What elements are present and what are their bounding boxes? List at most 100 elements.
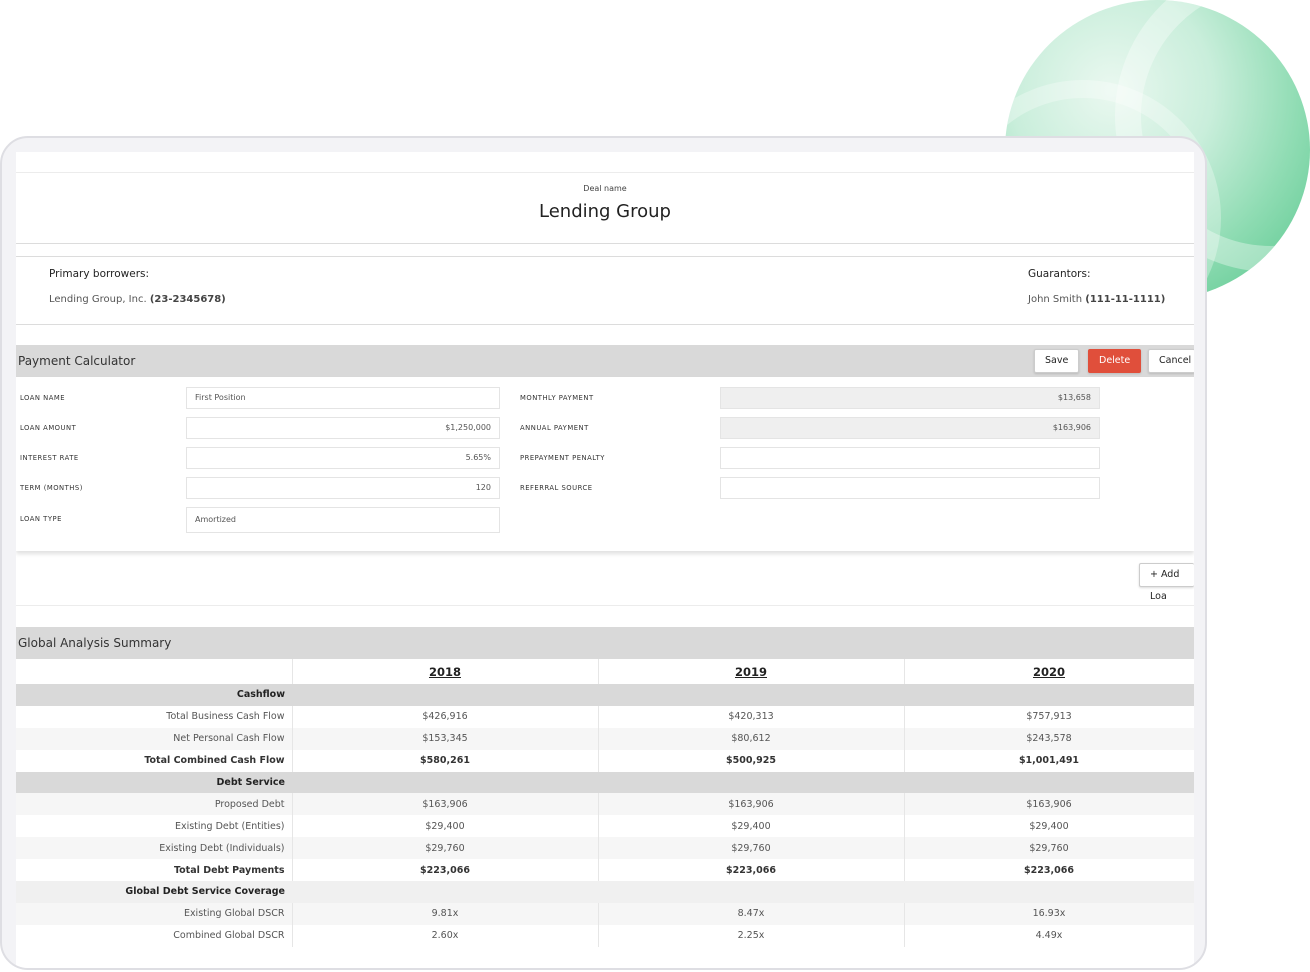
delete-button[interactable]: Delete <box>1088 349 1142 373</box>
row-value: 2.25x <box>598 924 905 947</box>
table-row-total: Total Debt Payments $223,066 $223,066 $2… <box>16 859 1194 882</box>
row-label: Combined Global DSCR <box>16 924 293 947</box>
device-frame: Deal name Lending Group Primary borrower… <box>0 136 1207 970</box>
row-value: $29,760 <box>904 837 1194 860</box>
row-label: Existing Global DSCR <box>16 902 293 925</box>
year-header: 2019 <box>598 659 905 684</box>
loan-name-label: LOAN NAME <box>20 394 66 402</box>
row-value: $80,612 <box>598 727 905 750</box>
group-row-cashflow: Cashflow <box>16 684 1194 706</box>
row-value: $757,913 <box>904 705 1194 728</box>
top-strip <box>16 152 1194 173</box>
deal-title: Lending Group <box>539 201 671 222</box>
group-row-debt-service: Debt Service <box>16 771 1194 794</box>
row-label: Total Business Cash Flow <box>16 705 293 728</box>
row-value: $223,066 <box>598 859 905 882</box>
year-header: 2020 <box>904 659 1194 684</box>
row-value: $500,925 <box>598 749 905 772</box>
guarantor-value: John Smith (111-11-1111) <box>1028 294 1165 305</box>
referral-source-label: REFERRAL SOURCE <box>520 484 593 492</box>
app-screen: Deal name Lending Group Primary borrower… <box>16 152 1194 968</box>
payment-calculator-form: LOAN NAME First Position LOAN AMOUNT $1,… <box>16 377 1194 551</box>
row-value: $163,906 <box>598 793 905 816</box>
row-value: 4.49x <box>904 924 1194 947</box>
row-value: 8.47x <box>598 902 905 925</box>
table-row: Existing Debt (Entities) $29,400 $29,400… <box>16 815 1194 838</box>
prepayment-penalty-label: PREPAYMENT PENALTY <box>520 454 605 462</box>
group-label: Global Debt Service Coverage <box>16 881 292 903</box>
row-value: 9.81x <box>292 902 599 925</box>
row-value: $580,261 <box>292 749 599 772</box>
row-label: Existing Debt (Entities) <box>16 815 293 838</box>
annual-payment-label: ANNUAL PAYMENT <box>520 424 589 432</box>
row-value: $223,066 <box>292 859 599 882</box>
row-label: Total Combined Cash Flow <box>16 749 293 772</box>
payment-calculator-title: Payment Calculator <box>18 354 136 368</box>
borrowers-panel: Primary borrowers: Lending Group, Inc. (… <box>16 257 1194 325</box>
primary-borrower-id: (23-2345678) <box>149 294 226 305</box>
row-value: $163,906 <box>292 793 599 816</box>
row-label: Net Personal Cash Flow <box>16 727 293 750</box>
interest-rate-input[interactable]: 5.65% <box>186 447 500 469</box>
year-header-row: 2018 2019 2020 <box>16 659 1194 684</box>
add-loan-bar: + Add Loa <box>16 551 1194 606</box>
row-value: $29,400 <box>598 815 905 838</box>
group-label: Debt Service <box>16 771 292 794</box>
loan-amount-label: LOAN AMOUNT <box>20 424 77 432</box>
monthly-payment-label: MONTHLY PAYMENT <box>520 394 594 402</box>
global-analysis-header: Global Analysis Summary <box>16 627 1194 659</box>
primary-borrower-name: Lending Group, Inc. <box>49 294 147 305</box>
row-label: Proposed Debt <box>16 793 293 816</box>
monthly-payment-field: $13,658 <box>720 387 1100 409</box>
row-value: 2.60x <box>292 924 599 947</box>
global-analysis-table: 2018 2019 2020 Cashflow Total Business C… <box>16 659 1194 947</box>
loan-name-input[interactable]: First Position <box>186 387 500 409</box>
group-label: Cashflow <box>16 684 292 706</box>
primary-borrower-value: Lending Group, Inc. (23-2345678) <box>49 294 226 305</box>
primary-borrowers-label: Primary borrowers: <box>49 268 150 280</box>
interest-rate-label: INTEREST RATE <box>20 454 79 462</box>
deal-header: Deal name Lending Group <box>16 173 1194 244</box>
annual-payment-field: $163,906 <box>720 417 1100 439</box>
table-row: Total Business Cash Flow $426,916 $420,3… <box>16 705 1194 728</box>
guarantor-name: John Smith <box>1028 294 1083 305</box>
add-loan-button[interactable]: + Add Loa <box>1139 563 1194 602</box>
row-value: $426,916 <box>292 705 599 728</box>
row-value: 16.93x <box>904 902 1194 925</box>
loan-type-select[interactable]: Amortized <box>186 507 500 533</box>
table-row: Combined Global DSCR 2.60x 2.25x 4.49x <box>16 924 1194 947</box>
row-value: $29,400 <box>904 815 1194 838</box>
table-row: Existing Global DSCR 9.81x 8.47x 16.93x <box>16 902 1194 925</box>
cancel-button[interactable]: Cancel <box>1148 349 1194 373</box>
global-analysis-title: Global Analysis Summary <box>18 636 172 650</box>
row-value: $29,760 <box>598 837 905 860</box>
row-value: $153,345 <box>292 727 599 750</box>
table-row-total: Total Combined Cash Flow $580,261 $500,9… <box>16 749 1194 772</box>
guarantor-id: (111-11-1111) <box>1085 294 1166 305</box>
row-value: $29,760 <box>292 837 599 860</box>
save-button[interactable]: Save <box>1034 349 1080 373</box>
payment-calculator-header: Payment Calculator Save Delete Cancel <box>16 345 1194 377</box>
row-value: $1,001,491 <box>904 749 1194 772</box>
row-label: Total Debt Payments <box>16 859 293 882</box>
header-blank-cell <box>16 659 293 684</box>
loan-amount-input[interactable]: $1,250,000 <box>186 417 500 439</box>
term-input[interactable]: 120 <box>186 477 500 499</box>
table-row: Net Personal Cash Flow $153,345 $80,612 … <box>16 727 1194 750</box>
group-row-coverage: Global Debt Service Coverage <box>16 881 1194 903</box>
loan-type-label: LOAN TYPE <box>20 515 62 523</box>
row-value: $163,906 <box>904 793 1194 816</box>
term-label: TERM (MONTHS) <box>20 484 83 492</box>
year-header: 2018 <box>292 659 599 684</box>
referral-source-input[interactable] <box>720 477 1100 499</box>
table-row: Existing Debt (Individuals) $29,760 $29,… <box>16 837 1194 860</box>
divider <box>16 244 1194 257</box>
row-value: $29,400 <box>292 815 599 838</box>
deal-name-label: Deal name <box>583 184 627 193</box>
prepayment-penalty-input[interactable] <box>720 447 1100 469</box>
table-row: Proposed Debt $163,906 $163,906 $163,906 <box>16 793 1194 816</box>
row-value: $420,313 <box>598 705 905 728</box>
row-value: $243,578 <box>904 727 1194 750</box>
row-label: Existing Debt (Individuals) <box>16 837 293 860</box>
row-value: $223,066 <box>904 859 1194 882</box>
